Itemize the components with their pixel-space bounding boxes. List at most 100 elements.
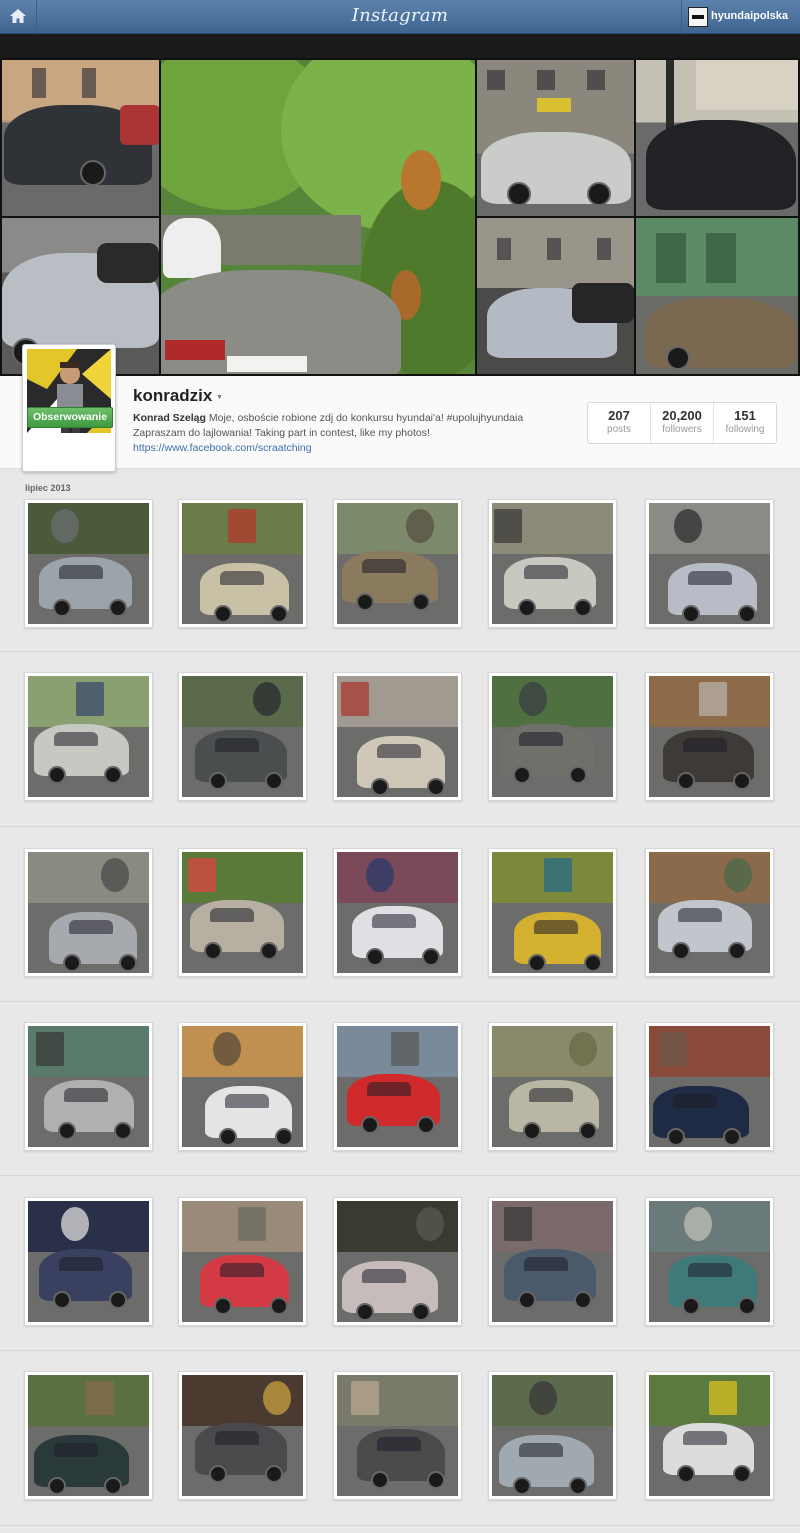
stat-followers-label: followers bbox=[662, 424, 702, 435]
stat-following-label: following bbox=[725, 424, 765, 435]
photo-image bbox=[649, 1375, 770, 1496]
current-username: hyundaipolska bbox=[711, 10, 789, 22]
photo-thumbnail[interactable] bbox=[178, 848, 307, 977]
profile-username: konradzix bbox=[133, 386, 213, 405]
photo-image bbox=[337, 1201, 458, 1322]
user-menu[interactable]: hyundaipolska bbox=[681, 0, 800, 33]
photo-thumbnail[interactable] bbox=[24, 499, 153, 628]
photo-image bbox=[649, 676, 770, 797]
profile-bar: Obserwowanie konradzix ▼ Konrad Szeląg M… bbox=[0, 344, 800, 472]
photo-image bbox=[28, 1375, 149, 1496]
photo-thumbnail[interactable] bbox=[333, 1197, 462, 1326]
photo-thumbnail[interactable] bbox=[488, 1197, 617, 1326]
photo-thumbnail[interactable] bbox=[488, 1022, 617, 1151]
top-nav-bar: Instagram hyundaipolska bbox=[0, 0, 800, 34]
photo-thumbnail[interactable] bbox=[645, 499, 774, 628]
options-dropdown-icon[interactable]: ▼ bbox=[216, 394, 223, 401]
photo-image bbox=[28, 852, 149, 973]
instagram-logo[interactable]: Instagram bbox=[0, 5, 800, 26]
photo-thumbnail[interactable] bbox=[488, 672, 617, 801]
stat-followers-count: 20,200 bbox=[662, 408, 702, 423]
bio-text-line2: Zapraszam do lajlowania! Taking part in … bbox=[133, 427, 430, 439]
photo-image bbox=[492, 1026, 613, 1147]
photo-image bbox=[182, 1026, 303, 1147]
header-band bbox=[0, 34, 800, 58]
photo-thumbnail[interactable] bbox=[178, 499, 307, 628]
profile-bio: Konrad Szeląg Moje, osboście robione zdj… bbox=[133, 411, 553, 456]
photo-thumbnail[interactable] bbox=[333, 499, 462, 628]
stat-posts[interactable]: 207 posts bbox=[588, 403, 651, 443]
photo-thumbnail[interactable] bbox=[24, 848, 153, 977]
photo-image bbox=[182, 852, 303, 973]
photo-image bbox=[492, 1375, 613, 1496]
profile-full-name: Konrad Szeląg bbox=[133, 412, 206, 424]
row-divider bbox=[0, 1525, 800, 1526]
photo-thumbnail[interactable] bbox=[645, 1022, 774, 1151]
photo-thumbnail[interactable] bbox=[178, 1197, 307, 1326]
profile-stats: 207 posts 20,200 followers 151 following bbox=[587, 402, 777, 444]
photo-image bbox=[182, 1201, 303, 1322]
photo-image bbox=[649, 852, 770, 973]
photo-thumbnail[interactable] bbox=[645, 1197, 774, 1326]
collage-photo bbox=[161, 60, 475, 374]
photo-thumbnail[interactable] bbox=[178, 672, 307, 801]
stat-followers[interactable]: 20,200 followers bbox=[651, 403, 714, 443]
photo-image bbox=[28, 503, 149, 624]
row-divider bbox=[0, 826, 800, 827]
stat-posts-label: posts bbox=[607, 424, 631, 435]
row-divider bbox=[0, 1350, 800, 1351]
photo-thumbnail[interactable] bbox=[333, 672, 462, 801]
bio-text-line1: Moje, osboście robione zdj do konkursu h… bbox=[208, 412, 524, 424]
photo-image bbox=[182, 1375, 303, 1496]
photo-image bbox=[28, 1026, 149, 1147]
photo-thumbnail[interactable] bbox=[24, 1371, 153, 1500]
photo-image bbox=[649, 503, 770, 624]
profile-website-link[interactable]: https://www.facebook.com/scraatching bbox=[133, 442, 312, 454]
row-divider bbox=[0, 1175, 800, 1176]
following-button[interactable]: Obserwowanie bbox=[27, 407, 113, 428]
photo-thumbnail[interactable] bbox=[333, 1371, 462, 1500]
photo-image bbox=[337, 1026, 458, 1147]
month-heading: lipiec 2013 bbox=[25, 483, 71, 493]
photo-thumbnail[interactable] bbox=[24, 1197, 153, 1326]
row-divider bbox=[0, 1001, 800, 1002]
photo-thumbnail[interactable] bbox=[645, 848, 774, 977]
row-divider bbox=[0, 651, 800, 652]
photo-image bbox=[28, 1201, 149, 1322]
collage-photo bbox=[2, 60, 159, 216]
photo-image bbox=[182, 676, 303, 797]
photo-image bbox=[28, 676, 149, 797]
user-avatar bbox=[688, 7, 708, 27]
profile-card: Obserwowanie bbox=[22, 344, 116, 472]
photo-thumbnail[interactable] bbox=[645, 672, 774, 801]
photo-thumbnail[interactable] bbox=[488, 1371, 617, 1500]
photo-image bbox=[337, 503, 458, 624]
photo-image bbox=[492, 852, 613, 973]
photo-image bbox=[182, 503, 303, 624]
photo-image bbox=[649, 1201, 770, 1322]
collage-photo bbox=[477, 60, 634, 216]
collage-photo bbox=[477, 218, 634, 374]
photo-thumbnail[interactable] bbox=[333, 1022, 462, 1151]
photo-image bbox=[337, 852, 458, 973]
photo-thumbnail[interactable] bbox=[333, 848, 462, 977]
photo-thumbnail[interactable] bbox=[24, 672, 153, 801]
photo-thumbnail[interactable] bbox=[178, 1371, 307, 1500]
photo-thumbnail[interactable] bbox=[24, 1022, 153, 1151]
photo-image bbox=[492, 503, 613, 624]
photo-thumbnail[interactable] bbox=[488, 848, 617, 977]
collage-photo bbox=[636, 60, 798, 216]
photo-thumbnail[interactable] bbox=[488, 499, 617, 628]
photo-thumbnail[interactable] bbox=[178, 1022, 307, 1151]
stat-following[interactable]: 151 following bbox=[714, 403, 776, 443]
photo-image bbox=[492, 1201, 613, 1322]
collage-photo bbox=[636, 218, 798, 374]
profile-header-collage bbox=[0, 58, 800, 376]
photo-image bbox=[649, 1026, 770, 1147]
stat-following-count: 151 bbox=[734, 408, 756, 423]
photo-image bbox=[492, 676, 613, 797]
photo-thumbnail[interactable] bbox=[645, 1371, 774, 1500]
photo-image bbox=[337, 676, 458, 797]
photo-image bbox=[337, 1375, 458, 1496]
stat-posts-count: 207 bbox=[608, 408, 630, 423]
